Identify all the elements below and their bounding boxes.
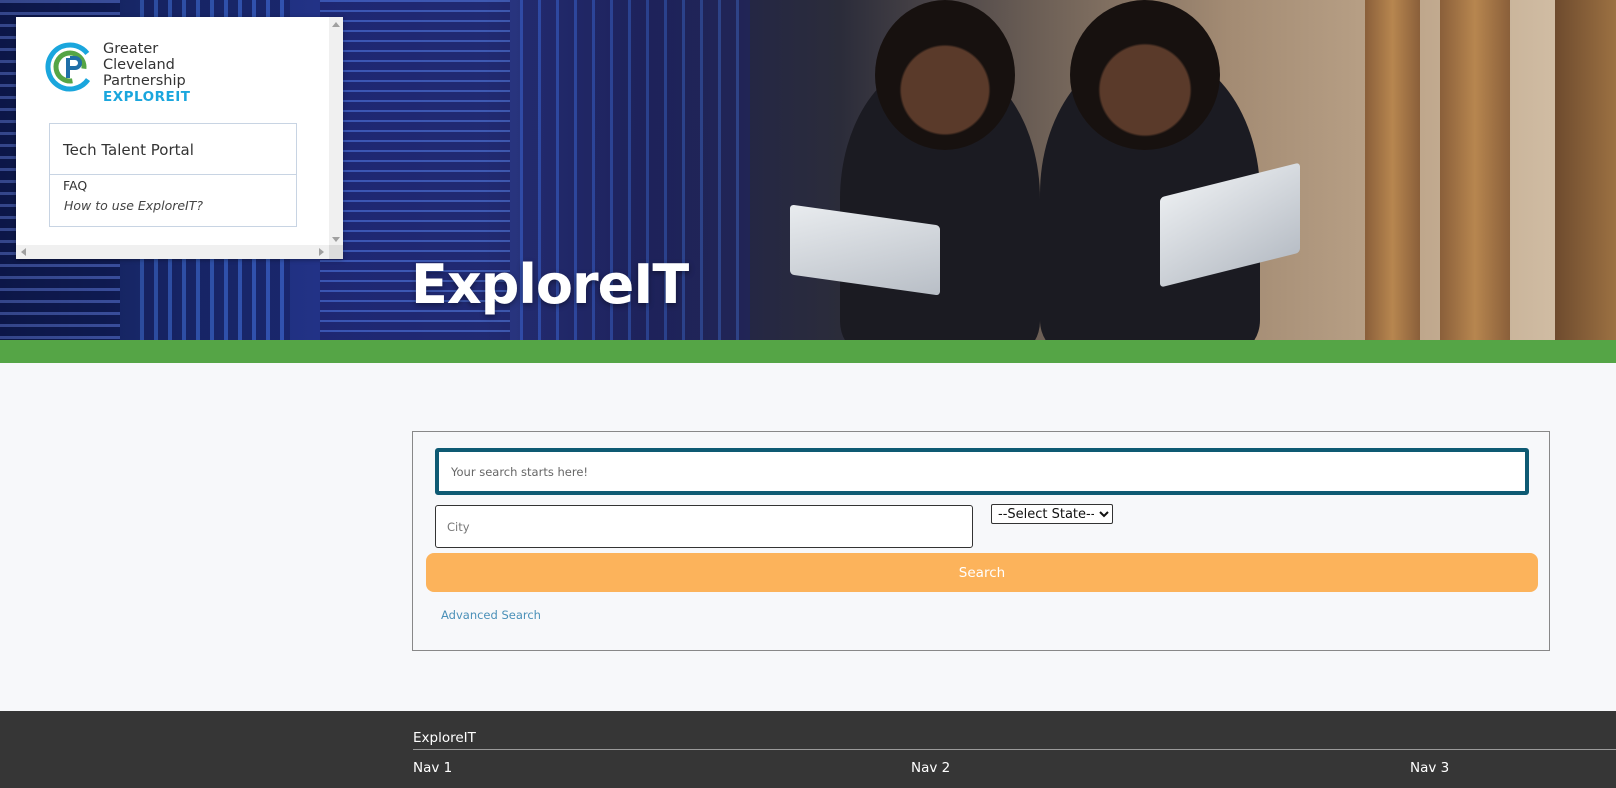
scroll-left-arrow-icon[interactable] [21, 248, 26, 256]
menu-item-faq[interactable]: FAQ [50, 175, 296, 193]
hero-image-person-head [1070, 0, 1220, 150]
accent-band [0, 340, 1616, 363]
scroll-up-arrow-icon[interactable] [332, 22, 340, 27]
hero-image-door [1365, 0, 1420, 340]
vertical-scrollbar[interactable] [329, 17, 343, 245]
footer-nav-1[interactable]: Nav 1 [413, 760, 452, 776]
footer-nav-2[interactable]: Nav 2 [911, 760, 950, 776]
hero-image-door [1555, 0, 1616, 340]
city-input[interactable] [435, 505, 973, 548]
scrollbar-corner [329, 245, 343, 259]
footer: ExploreIT Nav 1 Nav 2 Nav 3 [0, 711, 1616, 788]
hero-title: ExploreIT [411, 253, 689, 316]
scroll-down-arrow-icon[interactable] [332, 237, 340, 242]
advanced-search-link[interactable]: Advanced Search [441, 608, 541, 622]
logo-line: Partnership [103, 73, 186, 89]
logo-subtitle: EXPLOREIT [103, 89, 191, 105]
job-search-form: --Select State-- Search Advanced Search [412, 431, 1550, 651]
state-select[interactable]: --Select State-- [991, 504, 1113, 524]
search-input[interactable] [435, 448, 1529, 495]
portal-menu: Tech Talent Portal FAQ How to use Explor… [49, 123, 297, 227]
brand-menu-panel: Greater Cleveland Partnership EXPLOREIT … [16, 17, 343, 259]
logo-line: Cleveland [103, 57, 175, 73]
scroll-right-arrow-icon[interactable] [319, 248, 324, 256]
footer-divider [413, 749, 1616, 750]
logo-line: Greater [103, 41, 159, 57]
hero-image-door [1440, 0, 1510, 340]
gcp-logo[interactable]: Greater Cleveland Partnership EXPLOREIT [44, 41, 304, 111]
gcp-logo-icon [45, 42, 95, 92]
search-button[interactable]: Search [426, 553, 1538, 592]
footer-nav-3[interactable]: Nav 3 [1410, 760, 1449, 776]
menu-item-how-to-use[interactable]: How to use ExploreIT? [50, 193, 296, 213]
horizontal-scrollbar[interactable] [16, 245, 329, 259]
gcp-logo-text: Greater Cleveland Partnership EXPLOREIT [103, 41, 190, 105]
hero-image-person-head [875, 0, 1015, 150]
menu-item-tech-talent-portal[interactable]: Tech Talent Portal [50, 124, 296, 175]
footer-title: ExploreIT [413, 730, 476, 746]
